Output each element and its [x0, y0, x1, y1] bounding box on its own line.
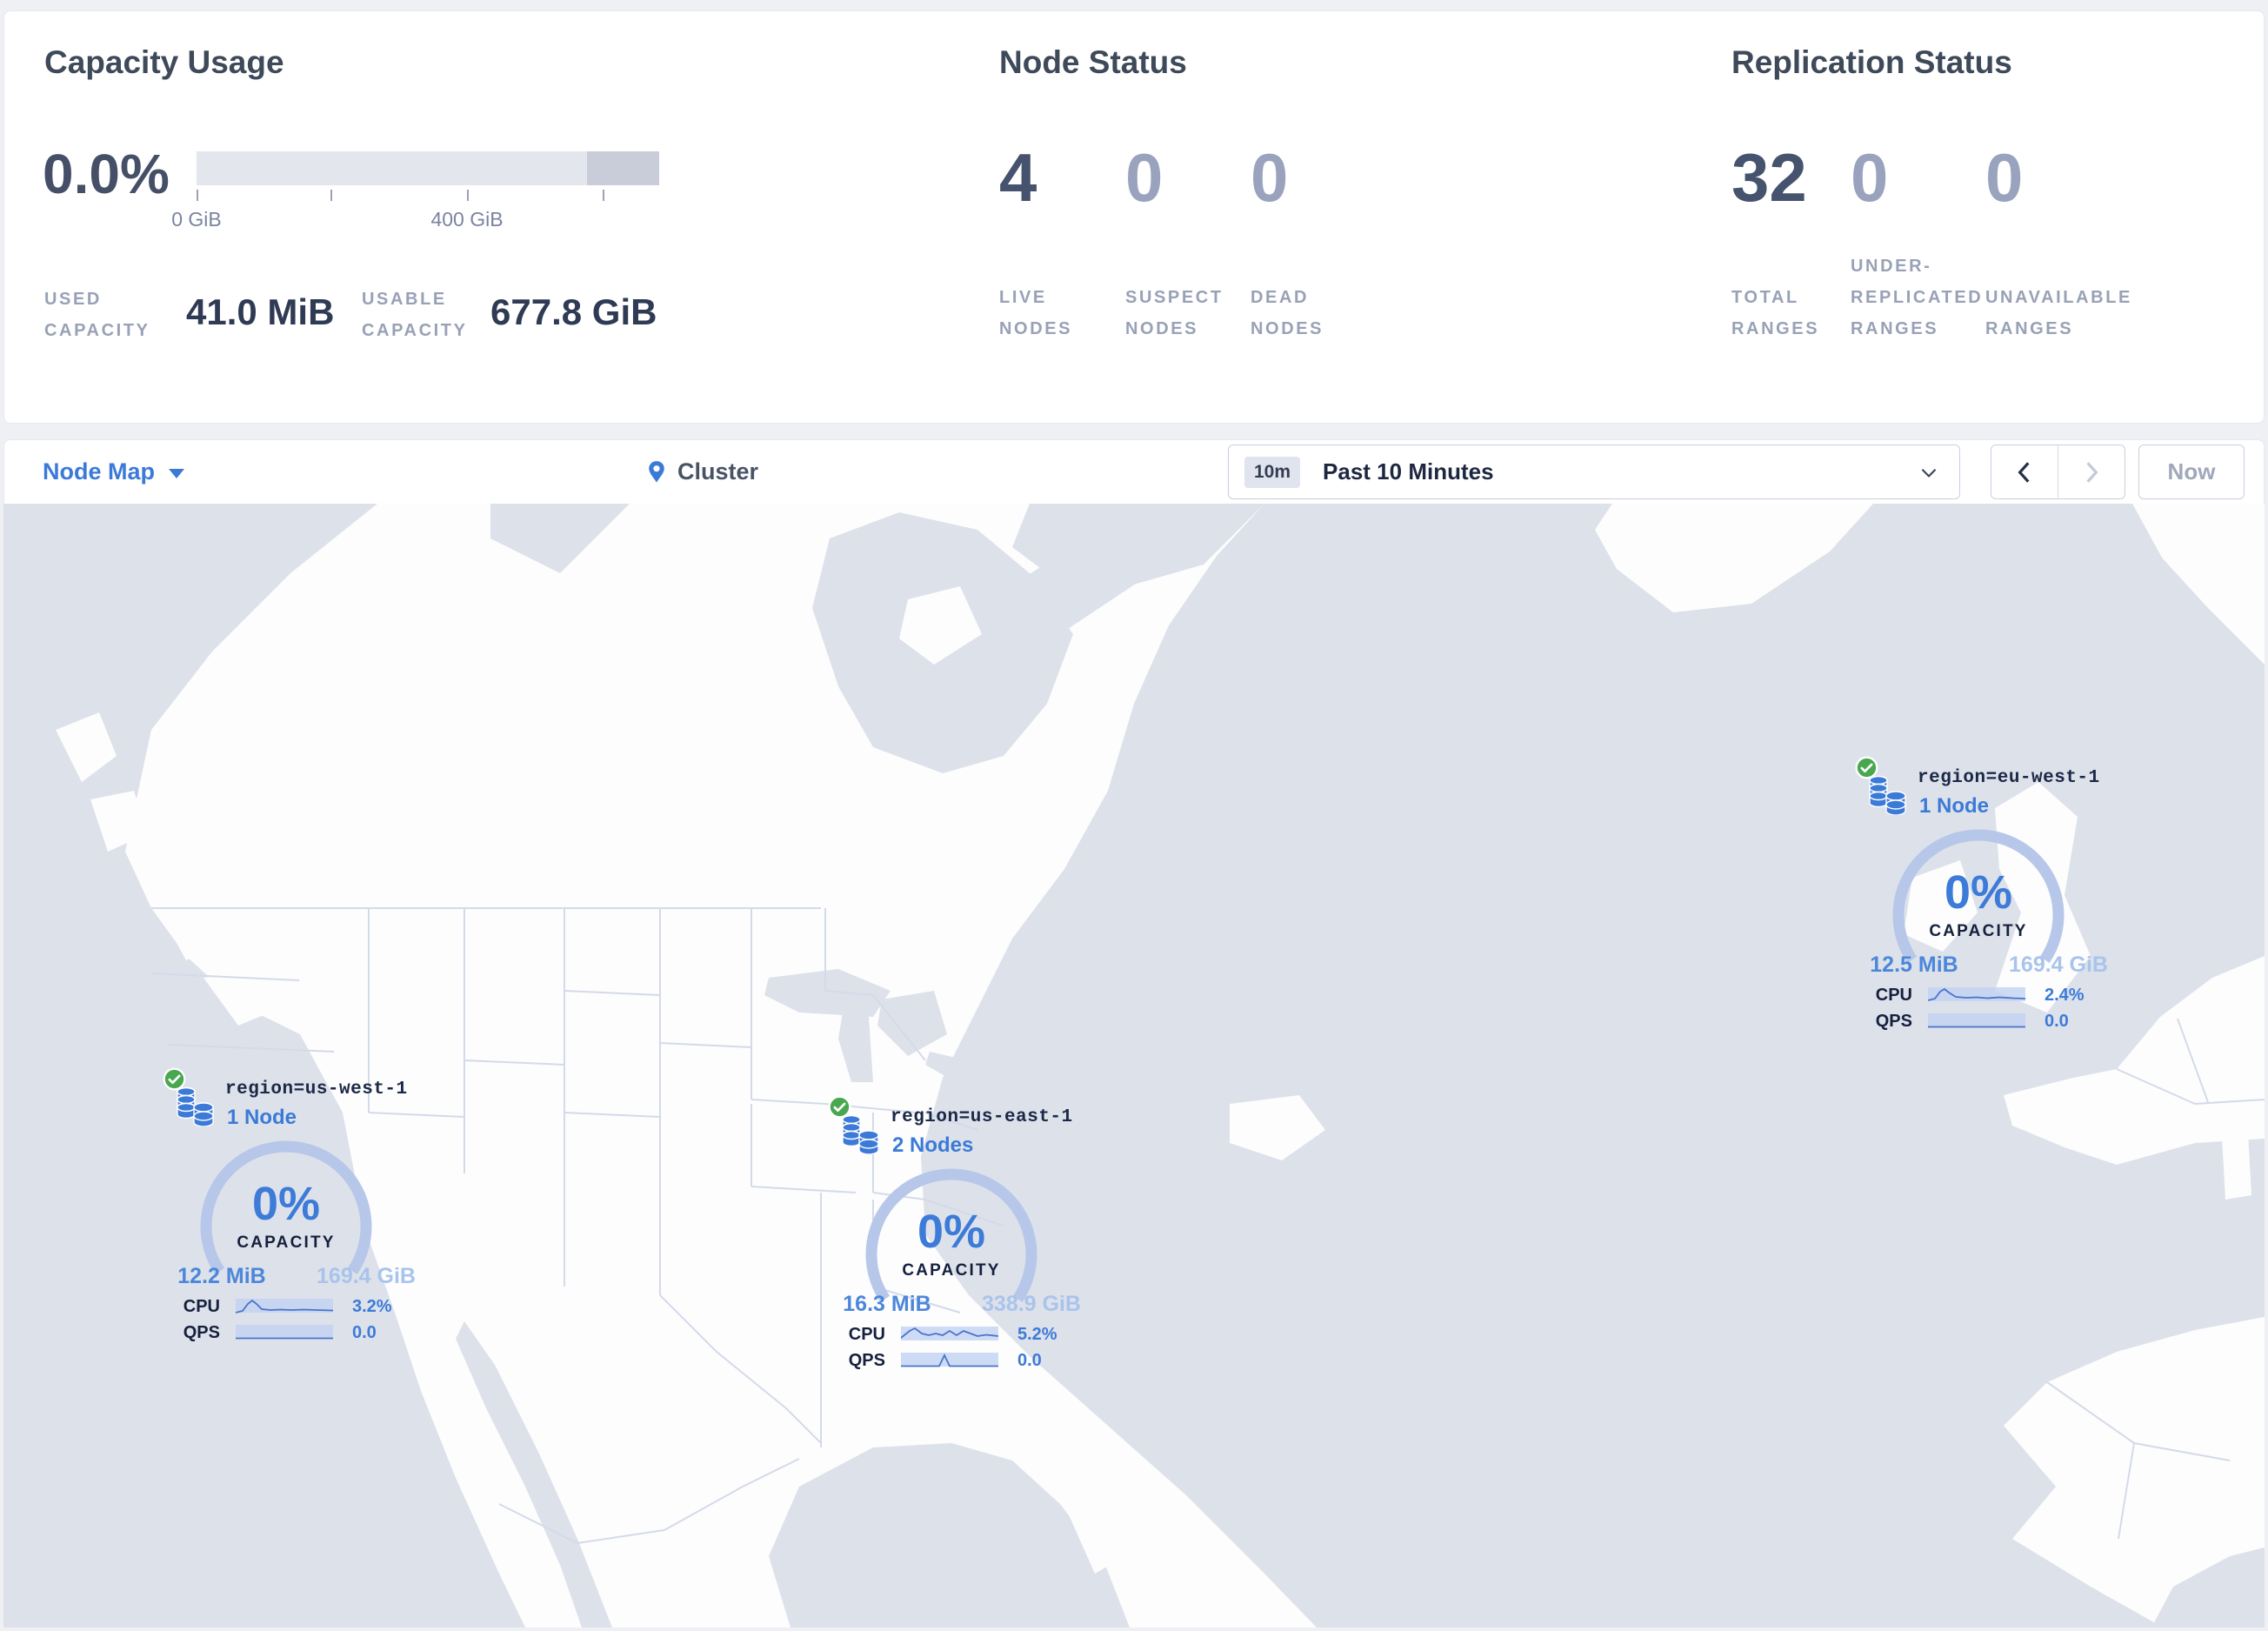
- capacity-bar-nonusable-segment: [587, 151, 659, 185]
- node-count-link[interactable]: 1 Node: [1919, 794, 1989, 819]
- cpu-sparkline: [901, 1327, 998, 1340]
- qps-value: 0.0: [1017, 1351, 1042, 1370]
- now-button[interactable]: Now: [2138, 445, 2245, 499]
- qps-label: QPS: [1875, 1012, 1912, 1031]
- suspect-nodes-label: SUSPECT NODES: [1125, 288, 1224, 338]
- axis-tick-label: 0 GiB: [171, 208, 222, 231]
- next-interval-button[interactable]: [2058, 445, 2125, 498]
- time-range-badge: 10m: [1244, 456, 1301, 488]
- map-toolbar: Node Map Cluster 10m Past 10 Minutes Now: [3, 439, 2265, 505]
- qps-value: 0.0: [352, 1323, 377, 1342]
- live-nodes-count: 4: [999, 139, 1037, 216]
- chevron-right-icon: [2086, 461, 2098, 483]
- node-map[interactable]: region=us-west-1 1 Node 0% CAPACITY 12.2…: [3, 504, 2265, 1628]
- total-capacity: 169.4 GiB: [317, 1264, 416, 1288]
- node-map-page: Capacity Usage 0.0% 0 GiB 400 GiB USED C…: [0, 0, 2268, 1631]
- capacity-percent: 0%: [917, 1206, 986, 1258]
- qps-sparkline: [901, 1353, 998, 1367]
- time-range-dropdown[interactable]: 10m Past 10 Minutes: [1228, 445, 1960, 499]
- prev-interval-button[interactable]: [1991, 445, 2058, 498]
- map-pin-icon: [649, 460, 664, 483]
- region-marker-eu-west-1[interactable]: region=eu-west-1 1 Node 0% CAPACITY 12.5…: [1848, 749, 2109, 1045]
- capacity-percent: 0%: [1944, 866, 2013, 919]
- capacity-label: CAPACITY: [1929, 922, 2028, 940]
- chevron-down-icon: [1921, 468, 1937, 478]
- cpu-value: 5.2%: [1017, 1325, 1057, 1344]
- cpu-value: 2.4%: [2045, 986, 2085, 1005]
- axis-tick: [467, 190, 469, 201]
- used-capacity: 12.2 MiB: [177, 1264, 266, 1288]
- qps-sparkline: [236, 1325, 333, 1340]
- database-nodes-icon: [842, 1114, 879, 1154]
- region-marker-us-west-1[interactable]: region=us-west-1 1 Node 0% CAPACITY 12.2…: [156, 1060, 417, 1356]
- database-nodes-icon: [177, 1086, 214, 1126]
- suspect-nodes-count: 0: [1125, 139, 1164, 216]
- qps-label: QPS: [848, 1351, 885, 1370]
- region-label: region=us-east-1: [891, 1107, 1073, 1127]
- breadcrumb[interactable]: Cluster: [644, 440, 758, 504]
- capacity-usage-title: Capacity Usage: [44, 44, 284, 80]
- used-capacity: 12.5 MiB: [1870, 953, 1958, 977]
- chevron-left-icon: [2018, 461, 2030, 483]
- total-capacity: 338.9 GiB: [982, 1292, 1081, 1316]
- total-capacity: 169.4 GiB: [2009, 953, 2108, 977]
- usable-capacity-label: USABLE CAPACITY: [362, 290, 468, 340]
- view-selector-label: Node Map: [43, 458, 156, 485]
- used-capacity-label: USED CAPACITY: [44, 290, 150, 340]
- region-label: region=us-west-1: [225, 1080, 408, 1100]
- cpu-label: CPU: [1875, 986, 1912, 1005]
- total-ranges-count: 32: [1731, 139, 1807, 216]
- now-button-label: Now: [2167, 458, 2216, 485]
- node-status-title: Node Status: [999, 44, 1187, 80]
- used-capacity: 16.3 MiB: [843, 1292, 931, 1316]
- cpu-value: 3.2%: [352, 1297, 392, 1316]
- qps-value: 0.0: [2045, 1012, 2069, 1031]
- cpu-sparkline: [236, 1299, 333, 1313]
- capacity-label: CAPACITY: [902, 1261, 1001, 1280]
- unavailable-ranges-label: UNAVAILABLE RANGES: [1985, 288, 2132, 338]
- axis-tick-label: 400 GiB: [430, 208, 504, 231]
- time-step-buttons: [1991, 445, 2125, 499]
- node-count-link[interactable]: 2 Nodes: [892, 1133, 973, 1158]
- capacity-percent: 0%: [251, 1178, 321, 1230]
- dead-nodes-count: 0: [1251, 139, 1289, 216]
- unavailable-ranges-count: 0: [1985, 139, 2024, 216]
- qps-sparkline: [1928, 1013, 2025, 1028]
- capacity-bar: [197, 151, 659, 185]
- under-replicated-count: 0: [1851, 139, 1889, 216]
- node-count-link[interactable]: 1 Node: [227, 1106, 297, 1130]
- database-nodes-icon: [1869, 775, 1906, 815]
- qps-label: QPS: [183, 1323, 220, 1342]
- replication-status-title: Replication Status: [1731, 44, 2012, 80]
- dead-nodes-label: DEAD NODES: [1251, 288, 1324, 338]
- view-selector-dropdown[interactable]: Node Map: [43, 440, 185, 504]
- capacity-label: CAPACITY: [237, 1233, 336, 1252]
- under-replicated-label: UNDER-REPLICATED RANGES: [1851, 257, 1984, 338]
- cluster-summary-bar: Capacity Usage 0.0% 0 GiB 400 GiB USED C…: [3, 10, 2265, 424]
- axis-tick: [603, 190, 604, 201]
- time-range-value: Past 10 Minutes: [1323, 458, 1494, 485]
- used-capacity-value: 41.0 MiB: [186, 291, 335, 332]
- live-nodes-label: LIVE NODES: [999, 288, 1073, 338]
- capacity-percent: 0.0%: [43, 143, 170, 205]
- usable-capacity-value: 677.8 GiB: [490, 291, 657, 332]
- cpu-sparkline: [1928, 987, 2025, 1001]
- axis-tick: [330, 190, 332, 201]
- region-marker-us-east-1[interactable]: region=us-east-1 2 Nodes 0% CAPACITY 16.…: [821, 1088, 1082, 1384]
- axis-tick: [197, 190, 198, 201]
- cpu-label: CPU: [848, 1325, 885, 1344]
- breadcrumb-label: Cluster: [677, 458, 759, 485]
- cpu-label: CPU: [183, 1297, 220, 1316]
- caret-down-icon: [169, 469, 185, 478]
- region-label: region=eu-west-1: [1918, 768, 2100, 788]
- total-ranges-label: TOTAL RANGES: [1731, 288, 1820, 338]
